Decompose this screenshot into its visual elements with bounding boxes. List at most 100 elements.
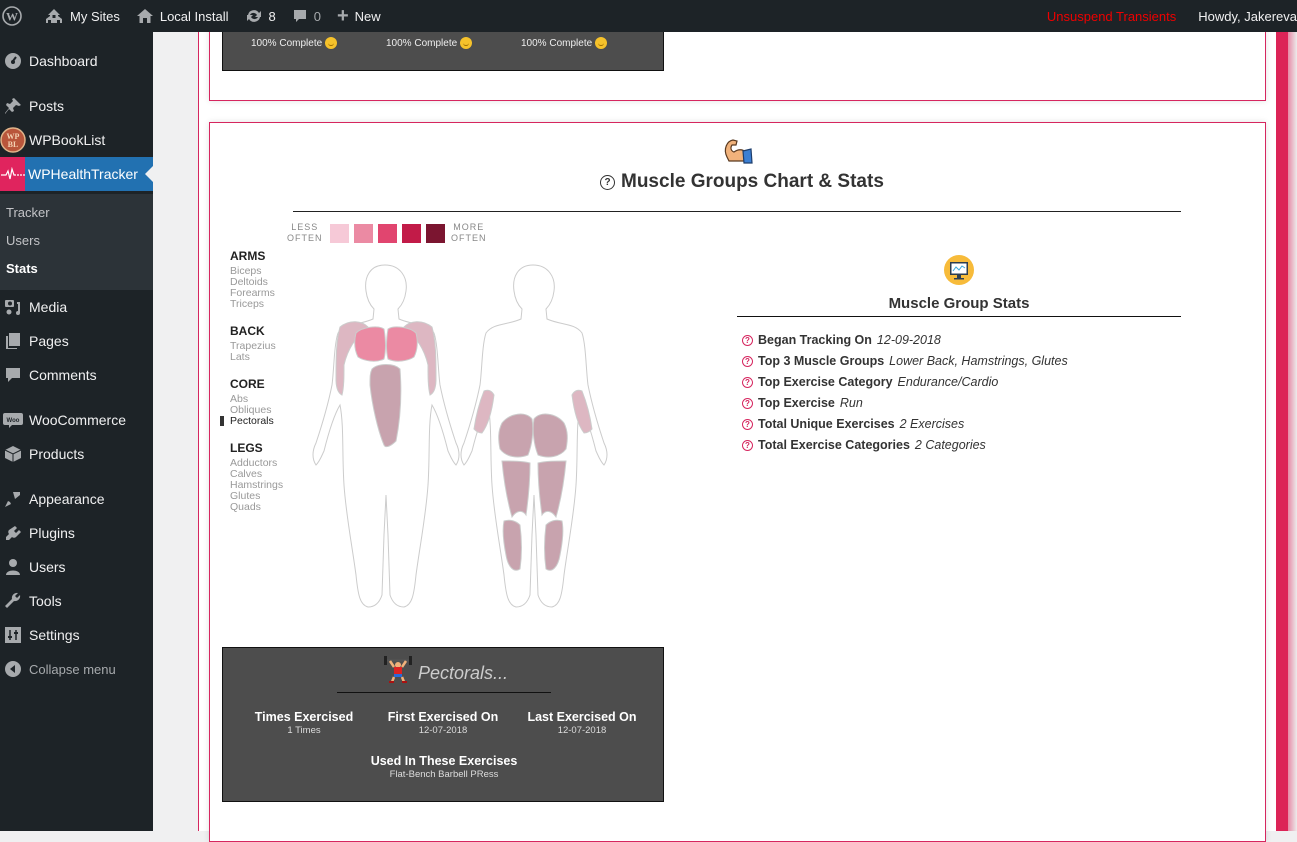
new-content-menu[interactable]: + New [329,0,389,32]
stat-row-exercise-categories: ? Total Exercise Categories 2 Categories [742,438,986,452]
wordpress-icon: W [2,6,22,26]
heartbeat-icon [0,157,25,191]
sidebar-item-label: Plugins [29,525,75,541]
divider [337,692,551,693]
help-icon[interactable]: ? [742,334,753,346]
sidebar-item-products[interactable]: Products [0,437,153,471]
stat-row-began-tracking: ? Began Tracking On 12-09-2018 [742,333,941,347]
sidebar-item-label: WPBookList [29,132,106,148]
my-account-menu[interactable]: Howdy, Jakereva [1190,0,1297,32]
collapse-menu-button[interactable]: Collapse menu [0,652,153,686]
submenu-item-tracker[interactable]: Tracker [6,205,50,220]
group-heading-arms: ARMS [230,249,266,263]
group-heading-back: BACK [230,324,265,338]
title-text: Muscle Groups Chart & Stats [621,171,884,192]
wpbooklist-icon: WP BL [0,123,26,157]
site-name-menu[interactable]: Local Install [128,0,237,32]
muscle-body-diagram [312,264,608,608]
sidebar-item-wphealthtracker[interactable]: WPHealthTracker [0,157,153,191]
sidebar-item-label: Pages [29,333,69,349]
back-glute-left [498,413,534,458]
muscle-item-pectorals[interactable]: Pectorals [230,416,274,427]
sidebar-item-label: Users [29,559,66,575]
back-body [460,264,608,608]
plus-icon: + [336,4,349,27]
weightlifter-icon [383,654,413,684]
page-title: ? Muscle Groups Chart & Stats [600,171,900,193]
muscle-item-lats[interactable]: Lats [230,352,250,363]
sidebar-item-label: Dashboard [29,53,98,69]
help-icon[interactable]: ? [742,397,753,409]
sidebar-item-posts[interactable]: Posts [0,89,153,123]
sidebar-item-label: Products [29,446,85,462]
updates-count: 8 [268,8,276,24]
sidebar-item-label: Settings [29,627,80,643]
first-exercised: First Exercised On 12-07-2018 [387,710,499,736]
group-heading-legs: LEGS [230,441,263,455]
sites-icon [44,8,64,24]
detail-title: Pectorals... [418,663,509,683]
collapse-icon [0,652,26,686]
sidebar-item-woocommerce[interactable]: Woo WooCommerce [0,403,153,437]
last-exercised: Last Exercised On 12-07-2018 [527,710,637,736]
scrollbar-shadow [1288,32,1297,831]
legend-less-label: LESS OFTEN [287,222,323,243]
legend-more-label: MORE OFTEN [451,222,487,243]
unsuspend-transients-link[interactable]: Unsuspend Transients [1039,0,1190,32]
divider [293,211,1181,212]
media-icon [0,290,26,324]
sidebar-item-dashboard[interactable]: Dashboard [0,44,153,78]
sidebar-item-label: Media [29,299,68,315]
sidebar-item-wpbooklist[interactable]: WP BL WPBookList [0,123,153,157]
submenu-item-stats[interactable]: Stats [6,261,38,276]
used-in-exercises: Used In These Exercises Flat-Bench Barbel… [370,754,518,780]
sidebar-item-tools[interactable]: Tools [0,584,153,618]
stat-row-top-exercise: ? Top Exercise Run [742,396,863,410]
sidebar-item-label: Posts [29,98,65,114]
sidebar-item-label: Comments [29,367,97,383]
smiley-icon [325,37,338,49]
sidebar-item-plugins[interactable]: Plugins [0,516,153,550]
comments-button[interactable]: 0 [284,0,329,32]
user-icon [0,550,26,584]
box-icon [0,437,26,471]
updates-button[interactable]: 8 [237,0,284,32]
submenu-item-users[interactable]: Users [6,233,40,248]
my-sites-label: My Sites [70,8,120,24]
sidebar-item-pages[interactable]: Pages [0,324,153,358]
my-sites-menu[interactable]: My Sites [36,0,128,32]
site-name-label: Local Install [159,8,229,24]
pages-icon [0,324,26,358]
muscle-item-triceps[interactable]: Triceps [230,299,264,310]
stat-row-top-muscle-groups: ? Top 3 Muscle Groups Lower Back, Hamstrin… [742,354,1068,368]
dashboard-icon [0,44,26,78]
flexed-biceps-icon [721,137,753,167]
muscle-detail-box: Pectorals... Times Exercised 1 Times Firs… [222,647,664,802]
sidebar-item-appearance[interactable]: Appearance [0,482,153,516]
updates-icon [245,8,263,24]
wp-logo-button[interactable]: W [0,0,36,32]
legend-swatch-1 [330,224,349,243]
sidebar-item-comments[interactable]: Comments [0,358,153,392]
comment-icon [292,8,308,24]
help-icon[interactable]: ? [742,418,753,430]
help-icon[interactable]: ? [742,439,753,451]
muscle-item-quads[interactable]: Quads [230,502,261,513]
new-label: New [354,8,381,24]
sidebar-item-media[interactable]: Media [0,290,153,324]
page-scrollbar[interactable] [1276,32,1288,831]
help-icon[interactable]: ? [742,355,753,367]
pin-icon [0,89,26,123]
legend-swatch-4 [402,224,421,243]
sidebar-item-settings[interactable]: Settings [0,618,153,652]
front-body [312,264,460,608]
progress-item: 100% Complete [386,37,473,49]
stat-row-top-category: ? Top Exercise Category Endurance/Cardio [742,375,998,389]
home-icon [136,8,154,24]
sidebar-item-label: Appearance [29,491,105,507]
plug-icon [0,516,26,550]
help-icon[interactable]: ? [600,174,615,190]
help-icon[interactable]: ? [742,376,753,388]
progress-item: 100% Complete [521,37,608,49]
sidebar-item-users[interactable]: Users [0,550,153,584]
